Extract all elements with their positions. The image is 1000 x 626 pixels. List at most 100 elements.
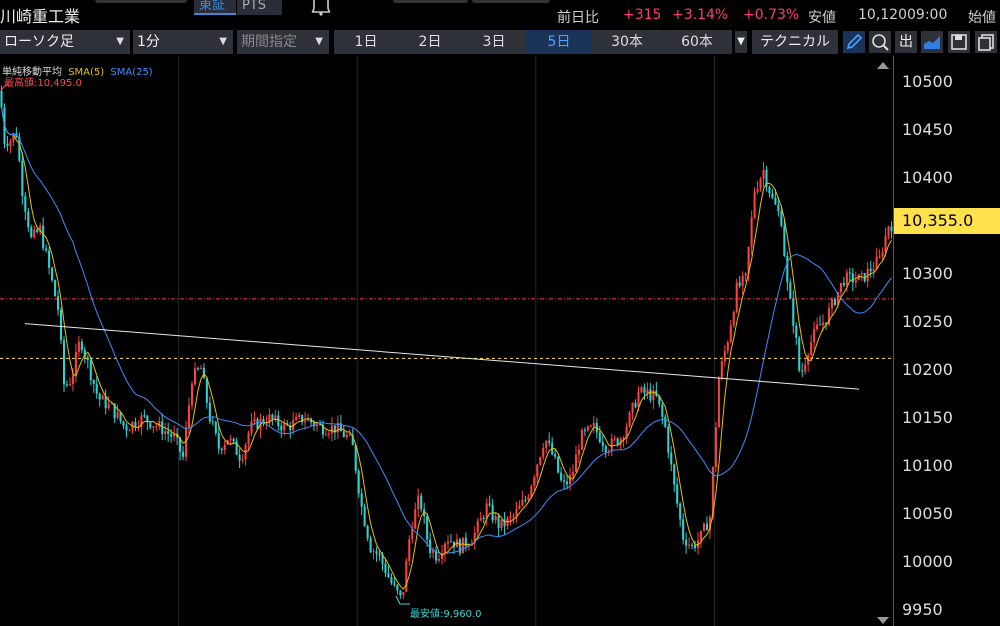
candle-body — [51, 267, 54, 281]
candle-body — [819, 324, 822, 326]
candle-body — [833, 299, 836, 305]
area-chart-icon[interactable] — [921, 31, 943, 53]
interval-select[interactable]: 1分 ▼ — [133, 30, 233, 54]
candle-body — [601, 442, 604, 447]
candle-body — [89, 360, 92, 381]
legend-sma25[interactable]: SMA(25) — [110, 67, 152, 78]
zoom-icon[interactable] — [869, 31, 891, 53]
candle-body — [783, 226, 786, 256]
candle-body — [777, 204, 780, 212]
candle-body — [438, 558, 441, 561]
candle-body — [360, 493, 363, 507]
candle-body — [393, 583, 396, 585]
candle-body — [792, 298, 795, 326]
period-60bars[interactable]: 60本 — [662, 30, 732, 54]
candle-body — [500, 519, 503, 529]
scroll-up-icon[interactable] — [877, 62, 889, 69]
candle-body — [304, 420, 307, 423]
price-axis[interactable]: 10500 10450 10400 10350 10300 10250 1020… — [893, 56, 1000, 626]
tab-pts[interactable]: PTS — [237, 0, 282, 15]
candle-body — [822, 322, 825, 326]
candle-body — [122, 421, 125, 426]
candle-body — [327, 433, 330, 435]
chart-type-value: ローソク足 — [4, 34, 74, 50]
candle-body — [149, 422, 152, 428]
chevron-down-icon[interactable]: ▼ — [735, 31, 747, 53]
candle-body — [238, 454, 241, 461]
open-label: 始値 — [968, 10, 996, 26]
candle-body — [854, 280, 857, 283]
copy-icon[interactable] — [975, 31, 997, 53]
candle-body — [598, 432, 601, 443]
candle-body — [295, 416, 298, 421]
chevron-down-icon: ▼ — [116, 36, 124, 47]
period-3d[interactable]: 3日 — [462, 30, 526, 54]
candle-body — [241, 459, 244, 461]
candle-body — [399, 590, 402, 596]
candle-body — [813, 329, 816, 343]
period-5d[interactable]: 5日 — [526, 30, 592, 54]
candle-body — [280, 425, 283, 431]
candle-body — [845, 272, 848, 286]
change-label: 前日比 — [557, 10, 599, 26]
candle-body — [694, 544, 697, 548]
candle-body — [71, 374, 74, 384]
candle-body — [9, 141, 12, 147]
candle-body — [842, 282, 845, 286]
candle-body — [726, 342, 729, 352]
interval-value: 1分 — [137, 34, 160, 50]
candle-body — [205, 378, 208, 403]
candle-body — [568, 475, 572, 485]
candle-body — [446, 541, 450, 544]
range-select[interactable]: 期間指定 ▼ — [237, 30, 329, 54]
pencil-icon[interactable] — [843, 31, 865, 53]
period-30bars[interactable]: 30本 — [592, 30, 662, 54]
candle-body — [804, 364, 807, 372]
y-tick: 9950 — [902, 600, 943, 619]
save-icon[interactable] — [948, 31, 970, 53]
chart-canvas[interactable] — [0, 56, 893, 626]
period-tabs: 1日 2日 3日 5日 30本 60本 — [334, 30, 732, 54]
y-tick: 10200 — [902, 360, 953, 379]
candle-body — [116, 412, 119, 419]
sma25-line — [1, 107, 892, 555]
extra-percent: +0.73% — [743, 7, 800, 23]
candle-body — [411, 528, 414, 540]
candle-body — [512, 516, 515, 518]
technical-button[interactable]: テクニカル — [752, 30, 838, 54]
candle-body — [384, 563, 387, 574]
candle-body — [524, 499, 527, 501]
candle-body — [753, 191, 756, 218]
range-value: 期間指定 — [241, 34, 297, 50]
candle-body — [798, 337, 801, 371]
candle-body — [542, 448, 545, 458]
y-tick: 10400 — [902, 168, 953, 187]
candle-body — [670, 452, 673, 465]
y-tick: 10050 — [902, 504, 953, 523]
candle-body — [738, 282, 741, 286]
candle-body — [45, 248, 48, 251]
candle-body — [860, 272, 863, 275]
candle-body — [402, 591, 405, 596]
scroll-down-icon[interactable] — [877, 617, 889, 624]
period-1d[interactable]: 1日 — [334, 30, 398, 54]
candle-body — [253, 419, 256, 422]
chart-type-select[interactable]: ローソク足 ▼ — [0, 30, 130, 54]
chart-toolbar: ローソク足 ▼ 1分 ▼ 期間指定 ▼ 1日 2日 3日 5日 30本 60本 … — [0, 30, 1000, 55]
tab-tse[interactable]: 東証 — [194, 0, 236, 15]
candle-body — [720, 361, 723, 379]
candle-body — [699, 530, 703, 541]
low-label: 安値 — [808, 10, 836, 26]
y-tick: 10250 — [902, 312, 953, 331]
price-chart[interactable] — [0, 56, 893, 626]
candle-body — [613, 438, 616, 440]
candle-body — [378, 553, 381, 555]
volume-icon[interactable]: 出 — [895, 31, 917, 53]
period-2d[interactable]: 2日 — [398, 30, 462, 54]
candle-body — [247, 432, 250, 445]
candle-body — [557, 456, 560, 473]
y-tick: 10000 — [902, 552, 953, 571]
bell-icon[interactable] — [309, 0, 333, 16]
candle-body — [107, 403, 110, 409]
candle-body — [223, 444, 226, 451]
